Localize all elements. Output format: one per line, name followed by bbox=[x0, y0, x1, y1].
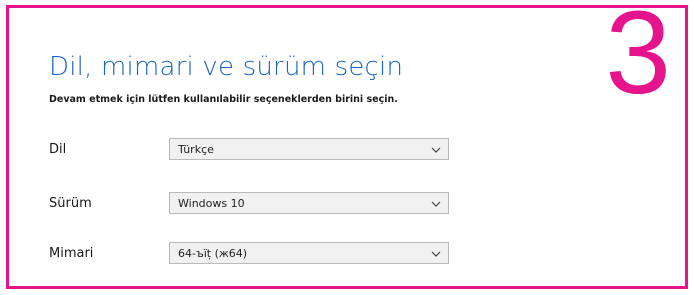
architecture-select[interactable]: 64-ъїț (ж64) bbox=[169, 242, 449, 264]
step-number: 3 bbox=[605, 0, 671, 119]
chevron-down-icon bbox=[431, 251, 441, 257]
page-subtitle: Devam etmek için lütfen kullanılabilir s… bbox=[49, 94, 398, 105]
chevron-down-icon bbox=[431, 201, 441, 207]
edition-select-value: Windows 10 bbox=[178, 197, 245, 210]
architecture-row: Mimari 64-ъїț (ж64) bbox=[49, 242, 649, 268]
language-label: Dil bbox=[49, 142, 67, 157]
dialog-frame: 3 Dil, mimari ve sürüm seçin Devam etmek… bbox=[6, 0, 688, 289]
page-title: Dil, mimari ve sürüm seçin bbox=[49, 52, 404, 82]
edition-row: Sürüm Windows 10 bbox=[49, 192, 649, 218]
architecture-label: Mimari bbox=[49, 246, 94, 261]
architecture-select-value: 64-ъїț (ж64) bbox=[178, 247, 248, 260]
language-select-value: Türkçe bbox=[178, 143, 214, 156]
edition-label: Sürüm bbox=[49, 196, 92, 211]
edition-select[interactable]: Windows 10 bbox=[169, 192, 449, 214]
chevron-down-icon bbox=[431, 147, 441, 153]
language-row: Dil Türkçe bbox=[49, 138, 649, 164]
language-select[interactable]: Türkçe bbox=[169, 138, 449, 160]
